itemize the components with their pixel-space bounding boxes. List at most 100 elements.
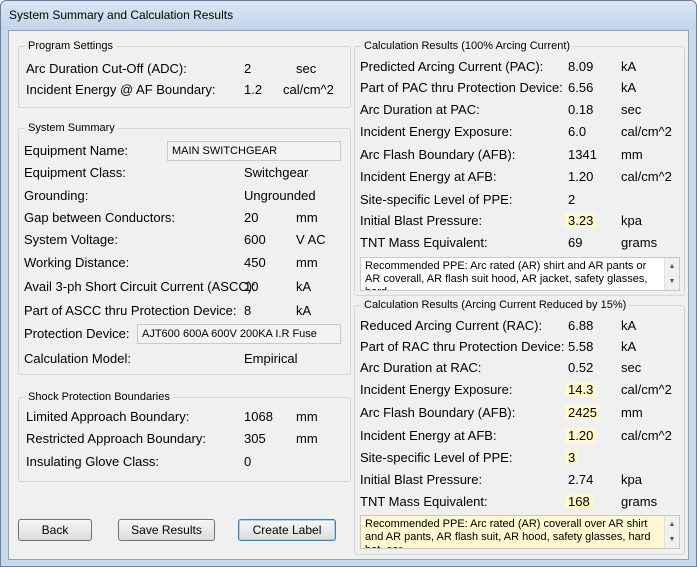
result-unit: cal/cm^2 — [621, 124, 672, 139]
result-label: Initial Blast Pressure: — [360, 213, 483, 228]
result-row: Part of RAC thru Protection Device: 5.58… — [355, 337, 684, 357]
scroll-up-arrow-icon[interactable]: ▲ — [665, 260, 679, 273]
result-label: Arc Duration at PAC: — [360, 102, 480, 117]
result-unit: cal/cm^2 — [621, 382, 672, 397]
setting-value: 2 — [244, 61, 252, 76]
result-row: Incident Energy at AFB: 1.20 cal/cm^2 — [355, 167, 684, 187]
calc-model-label: Calculation Model: — [24, 351, 131, 366]
working-distance-row: Working Distance: 450 mm — [19, 253, 350, 273]
grounding-value: Ungrounded — [244, 188, 316, 203]
result-value: 69 — [568, 235, 583, 250]
voltage-label: System Voltage: — [24, 232, 118, 247]
system-summary-title: System Summary — [25, 121, 118, 135]
result-label: Initial Blast Pressure: — [360, 472, 483, 487]
ppe-recommendation-box[interactable]: Recommended PPE: Arc rated (AR) shirt an… — [360, 257, 680, 291]
result-value: 14.3 — [565, 382, 597, 397]
working-distance-unit: mm — [296, 255, 318, 270]
setting-row-ie-boundary: Incident Energy @ AF Boundary: 1.2 cal/c… — [19, 80, 350, 100]
back-button[interactable]: Back — [18, 519, 92, 541]
protection-device-row: Protection Device: AJT600 600A 600V 200K… — [19, 324, 350, 344]
result-row: Incident Energy Exposure: 6.0 cal/cm^2 — [355, 122, 684, 142]
program-settings-title: Program Settings — [25, 39, 116, 53]
result-row: Site-specific Level of PPE: 3 — [355, 448, 684, 468]
result-value: 1341 — [568, 147, 597, 162]
scroll-down-arrow-icon[interactable]: ▼ — [665, 275, 679, 288]
result-value: 2425 — [565, 405, 600, 420]
ascc-thru-row: Part of ASCC thru Protection Device: 8 k… — [19, 301, 350, 321]
scroll-down-arrow-icon[interactable]: ▼ — [665, 533, 679, 546]
result-row: Incident Energy at AFB: 1.20 cal/cm^2 — [355, 426, 684, 446]
setting-unit: cal/cm^2 — [283, 82, 334, 97]
result-value: 0.18 — [568, 102, 594, 117]
result-label: Reduced Arcing Current (RAC): — [360, 318, 543, 333]
result-row: Arc Flash Boundary (AFB): 2425 mm — [355, 403, 684, 423]
ppe-recommendation-box[interactable]: Recommended PPE: Arc rated (AR) coverall… — [360, 515, 680, 549]
voltage-row: System Voltage: 600 V AC — [19, 230, 350, 250]
result-row: Site-specific Level of PPE: 2 — [355, 190, 684, 210]
save-results-button[interactable]: Save Results — [118, 519, 215, 541]
shock-value: 1068 — [244, 409, 273, 424]
result-row: Part of PAC thru Protection Device: 6.56… — [355, 78, 684, 98]
result-value: 0.52 — [568, 360, 594, 375]
ascc-label: Avail 3-ph Short Circuit Current (ASCC): — [24, 279, 256, 294]
result-unit: kpa — [621, 213, 642, 228]
result-unit: kA — [621, 339, 637, 354]
scroll-up-arrow-icon[interactable]: ▲ — [665, 518, 679, 531]
result-value: 6.56 — [568, 80, 594, 95]
shock-unit: mm — [296, 409, 318, 424]
result-value: 2.74 — [568, 472, 594, 487]
equipment-name-field[interactable]: MAIN SWITCHGEAR — [167, 141, 341, 161]
protection-device-label: Protection Device: — [24, 326, 130, 341]
result-unit: kpa — [621, 472, 642, 487]
results-100-group: Calculation Results (100% Arcing Current… — [354, 39, 685, 296]
ppe-recommendation-text: Recommended PPE: Arc rated (AR) coverall… — [365, 518, 651, 548]
create-label-button[interactable]: Create Label — [238, 519, 336, 541]
ascc-thru-unit: kA — [296, 303, 312, 318]
shock-row-limited: Limited Approach Boundary: 1068 mm — [19, 407, 350, 427]
ppe-scrollbar[interactable]: ▲ ▼ — [664, 258, 679, 290]
setting-row-adc: Arc Duration Cut-Off (ADC): 2 sec — [19, 59, 350, 79]
setting-unit: sec — [296, 61, 317, 76]
result-value: 2 — [568, 192, 576, 207]
gap-value: 20 — [244, 210, 259, 225]
title-bar[interactable]: System Summary and Calculation Results — [1, 1, 696, 30]
working-distance-value: 450 — [244, 255, 266, 270]
result-row: Arc Duration at PAC: 0.18 sec — [355, 100, 684, 120]
result-unit: grams — [621, 235, 658, 250]
result-unit: kA — [621, 318, 637, 333]
result-unit: kA — [621, 59, 637, 74]
result-label: Site-specific Level of PPE: — [360, 192, 513, 207]
working-distance-label: Working Distance: — [24, 255, 130, 270]
result-label: Part of RAC thru Protection Device: — [360, 339, 565, 354]
calc-model-value: Empirical — [244, 351, 298, 366]
result-label: Incident Energy at AFB: — [360, 428, 497, 443]
setting-label: Arc Duration Cut-Off (ADC): — [26, 61, 187, 76]
result-unit: cal/cm^2 — [621, 169, 672, 184]
result-label: Incident Energy Exposure: — [360, 124, 513, 139]
gap-label: Gap between Conductors: — [24, 210, 176, 225]
calc-model-row: Calculation Model: Empirical — [19, 349, 350, 369]
result-label: Incident Energy at AFB: — [360, 169, 497, 184]
result-row: TNT Mass Equivalent: 69 grams — [355, 233, 684, 253]
shock-row-restricted: Restricted Approach Boundary: 305 mm — [19, 429, 350, 449]
result-label: Incident Energy Exposure: — [360, 382, 513, 397]
results-100-title: Calculation Results (100% Arcing Current… — [361, 39, 574, 53]
result-unit: grams — [621, 494, 658, 509]
result-unit: mm — [621, 147, 643, 162]
ppe-recommendation-text: Recommended PPE: Arc rated (AR) shirt an… — [365, 260, 648, 290]
grounding-row: Grounding: Ungrounded — [19, 186, 350, 206]
shock-row-glove: Insulating Glove Class: 0 — [19, 452, 350, 472]
shock-unit: mm — [296, 431, 318, 446]
ascc-row: Avail 3-ph Short Circuit Current (ASCC):… — [19, 277, 350, 297]
equipment-name-row: Equipment Name: MAIN SWITCHGEAR — [19, 141, 350, 161]
shock-label: Limited Approach Boundary: — [26, 409, 190, 424]
shock-label: Restricted Approach Boundary: — [26, 431, 206, 446]
result-label: Predicted Arcing Current (PAC): — [360, 59, 544, 74]
shock-protection-group: Shock Protection Boundaries Limited Appr… — [18, 390, 351, 482]
equipment-class-label: Equipment Class: — [24, 165, 126, 180]
result-unit: kA — [621, 80, 637, 95]
ppe-scrollbar[interactable]: ▲ ▼ — [664, 516, 679, 548]
protection-device-field[interactable]: AJT600 600A 600V 200KA I.R Fuse — [137, 324, 341, 344]
shock-label: Insulating Glove Class: — [26, 454, 159, 469]
voltage-unit: V AC — [296, 232, 326, 247]
